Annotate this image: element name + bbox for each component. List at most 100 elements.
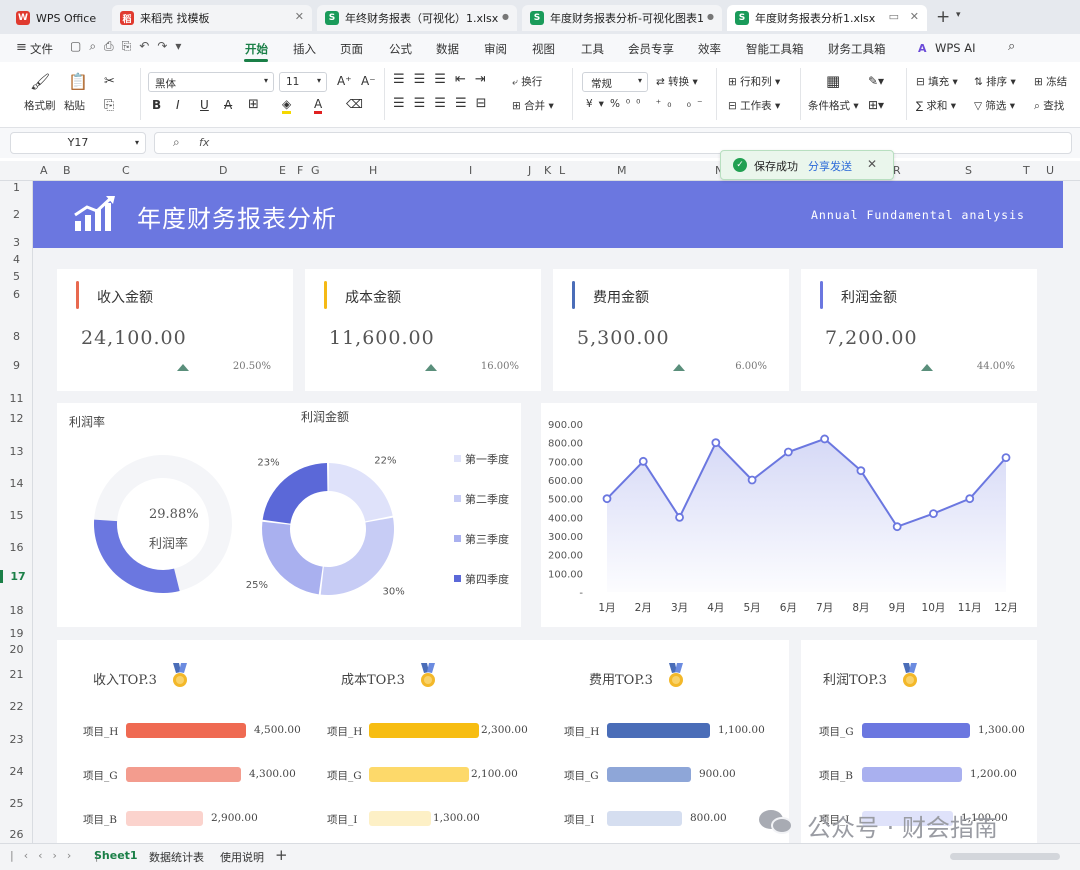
col-header[interactable]: E (279, 164, 286, 177)
share-link[interactable]: 分享发送 (808, 158, 852, 174)
vertical-align-icons[interactable]: ☰☰☰⇤⇥ (393, 72, 495, 87)
close-icon[interactable]: ✕ (910, 10, 919, 23)
menu-view[interactable]: 视图 (532, 41, 555, 57)
menu-file[interactable]: 文件 (30, 41, 53, 57)
increase-font-icon[interactable]: A⁺ (337, 74, 352, 88)
filter-button[interactable]: ▽ 筛选 ▾ (974, 98, 1015, 113)
row-header[interactable]: 16 (0, 541, 33, 554)
decrease-font-icon[interactable]: A⁻ (361, 74, 376, 88)
row-header[interactable]: 14 (0, 477, 33, 490)
col-header[interactable]: R (893, 164, 901, 177)
row-header[interactable]: 9 (0, 359, 33, 372)
col-header[interactable]: T (1023, 164, 1030, 177)
strikethrough-icon[interactable]: A (224, 98, 232, 112)
sum-button[interactable]: ∑ 求和 ▾ (916, 98, 956, 113)
row-header[interactable]: 19 (0, 627, 33, 640)
row-header[interactable]: 25 (0, 797, 33, 810)
formula-input[interactable]: ⌕ fx (154, 132, 1072, 154)
add-sheet-icon[interactable]: + (275, 846, 288, 864)
row-header[interactable]: 12 (0, 412, 33, 425)
row-header[interactable]: 6 (0, 288, 33, 301)
menu-data[interactable]: 数据 (436, 41, 459, 57)
horizontal-scrollbar[interactable] (950, 853, 1060, 860)
find-button[interactable]: ⌕ 查找 (1034, 98, 1064, 113)
menu-insert[interactable]: 插入 (293, 41, 316, 57)
quick-access-icons[interactable]: ▢⌕⎙⎘↶↷▾ (70, 39, 189, 54)
menu-wps-ai[interactable]: WPS AI (935, 41, 976, 55)
font-family-select[interactable]: 黑体 ▾ (148, 72, 274, 92)
row-header[interactable]: 5 (0, 270, 33, 283)
menu-efficiency[interactable]: 效率 (698, 41, 721, 57)
col-header[interactable]: L (559, 164, 565, 177)
menu-review[interactable]: 审阅 (484, 41, 507, 57)
number-style-icons[interactable]: ¥▾%⁰⁰ ⁺₀ ₀⁻ (586, 98, 709, 110)
col-header[interactable]: S (965, 164, 972, 177)
conditional-format-button[interactable]: 条件格式 ▾ (808, 98, 859, 113)
col-header[interactable]: I (469, 164, 472, 177)
tab-file-2[interactable]: S 年度财务报表分析-可视化图表1 ● (522, 5, 722, 31)
col-header[interactable]: K (544, 164, 551, 177)
freeze-button[interactable]: ⊞ 冻结 (1034, 74, 1067, 89)
col-header[interactable]: F (297, 164, 303, 177)
fill-button[interactable]: ⊟ 填充 ▾ (916, 74, 958, 89)
number-format-select[interactable]: 常规 ▾ (582, 72, 648, 92)
row-header[interactable]: 8 (0, 330, 33, 343)
menu-page[interactable]: 页面 (340, 41, 363, 57)
col-header[interactable]: B (63, 164, 71, 177)
fill-color-icon[interactable]: ◈ (282, 97, 292, 114)
menu-tools[interactable]: 工具 (581, 41, 604, 57)
cut-icon[interactable]: ✂ (104, 74, 115, 89)
menu-smart-toolbox[interactable]: 智能工具箱 (746, 41, 804, 57)
zoom-icon[interactable]: ⌕ (173, 135, 180, 150)
format-painter-label[interactable]: 格式刷 (24, 98, 56, 113)
search-icon[interactable]: ⌕ (1008, 39, 1015, 54)
sheet-tab-stats[interactable]: 数据统计表 (149, 849, 204, 865)
unsaved-dot-icon[interactable]: ● (707, 12, 714, 21)
col-header[interactable]: G (311, 164, 320, 177)
close-icon[interactable]: ✕ (867, 157, 877, 171)
conditional-format-icon[interactable]: ▦ (826, 72, 840, 90)
copy-icon[interactable]: ⎘ (104, 98, 114, 113)
row-header-selected[interactable]: 17 (0, 570, 33, 583)
table-style-icon[interactable]: ⊞▾ (868, 98, 884, 112)
border-icon[interactable]: ⊞ (248, 97, 259, 112)
wrap-button[interactable]: ⤶ 换行 (512, 74, 542, 89)
row-header[interactable]: 2 (0, 208, 33, 221)
row-col-button[interactable]: ⊞ 行和列 ▾ (728, 74, 780, 89)
sheet-canvas[interactable]: 年度财务报表分析 Annual Fundamental analysis 收入金… (33, 181, 1080, 843)
font-color-icon[interactable]: A (314, 97, 323, 114)
row-header[interactable]: 1 (0, 181, 33, 194)
sort-button[interactable]: ⇅ 排序 ▾ (974, 74, 1016, 89)
chevron-down-icon[interactable]: ▾ (956, 10, 961, 20)
row-header[interactable]: 18 (0, 604, 33, 617)
col-header[interactable]: D (219, 164, 227, 177)
row-header[interactable]: 26 (0, 828, 33, 841)
row-header[interactable]: 13 (0, 445, 33, 458)
col-header[interactable]: U (1046, 164, 1054, 177)
tab-file-active[interactable]: S 年度财务报表分析1.xlsx ▭ ✕ (727, 5, 927, 31)
eraser-icon[interactable]: ⌫ (346, 97, 363, 111)
row-header[interactable]: 15 (0, 509, 33, 522)
row-header[interactable]: 3 (0, 236, 33, 249)
menu-finance-toolbox[interactable]: 财务工具箱 (828, 41, 886, 57)
unsaved-dot-icon[interactable]: ● (502, 12, 509, 21)
row-header[interactable]: 4 (0, 253, 33, 266)
tab-docer[interactable]: 稻 来稻壳 找模板 ✕ (112, 5, 312, 31)
new-tab-icon[interactable]: + (936, 7, 950, 27)
underline-icon[interactable]: U (200, 98, 209, 112)
worksheet-button[interactable]: ⊟ 工作表 ▾ (728, 98, 780, 113)
menu-formula[interactable]: 公式 (389, 41, 412, 57)
menu-member[interactable]: 会员专享 (628, 41, 674, 57)
horizontal-align-icons[interactable]: ☰☰☰☰⊟ (393, 96, 496, 111)
bold-icon[interactable]: B (152, 98, 161, 112)
row-header[interactable]: 22 (0, 700, 33, 713)
merge-button[interactable]: ⊞ 合并 ▾ (512, 98, 554, 113)
col-header[interactable]: A (40, 164, 48, 177)
sheet-tab-help[interactable]: 使用说明 (220, 849, 264, 865)
row-header[interactable]: 11 (0, 392, 33, 405)
tab-wps-office[interactable]: W WPS Office (8, 5, 104, 31)
close-icon[interactable]: ✕ (295, 10, 304, 23)
col-header[interactable]: H (369, 164, 377, 177)
row-header[interactable]: 21 (0, 668, 33, 681)
convert-button[interactable]: ⇄ 转换 ▾ (656, 74, 698, 89)
